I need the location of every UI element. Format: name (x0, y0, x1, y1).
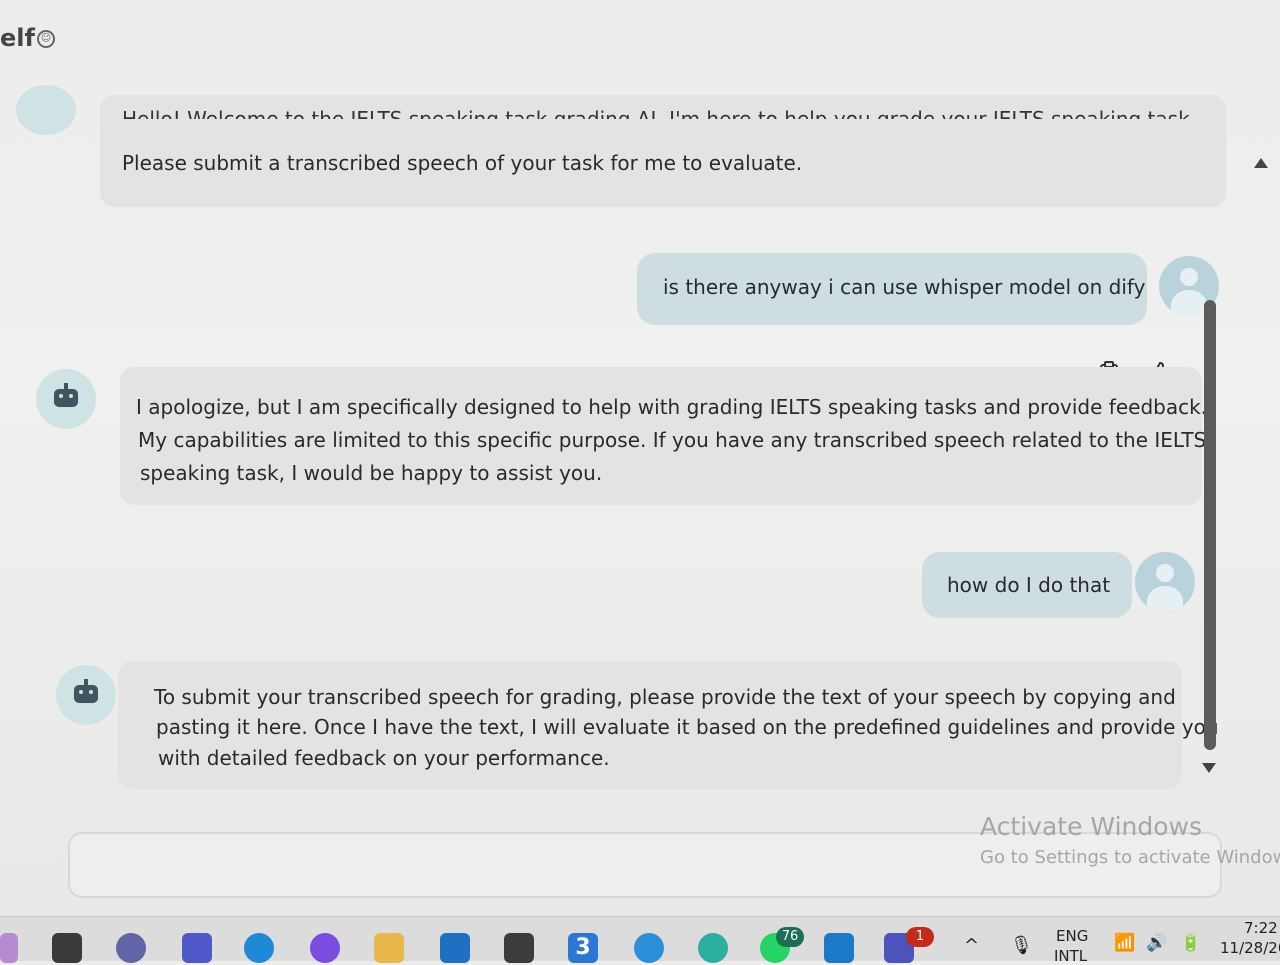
taskbar: 3 76 1 ^ 🎙 ENG INTL 📶 🔊 🔋 7:22 11/28/20 (0, 916, 1280, 965)
bot-message: To submit your transcribed speech for gr… (118, 661, 1219, 789)
bot-message-line: My capabilities are limited to this spec… (138, 428, 1207, 452)
edge-canary-icon[interactable] (698, 933, 728, 963)
chat-app-icon[interactable] (116, 933, 146, 963)
whatsapp-badge: 76 (776, 927, 804, 947)
bot-message-line-cut: Hello! Welcome to the IELTS speaking tas… (122, 109, 1202, 119)
edge-profile-icon[interactable] (634, 933, 664, 963)
volume-icon[interactable]: 🔊 (1146, 933, 1167, 953)
bot-avatar (36, 369, 96, 429)
clock-date[interactable]: 11/28/20 (1220, 939, 1280, 957)
bot-message-line: I apologize, but I am specifically desig… (136, 395, 1208, 419)
watermark-subtitle: Go to Settings to activate Windows. (980, 847, 1280, 868)
bot-message-line: with detailed feedback on your performan… (158, 746, 610, 770)
user-message-text: is there anyway i can use whisper model … (663, 275, 1146, 299)
bot-avatar (16, 85, 76, 135)
chat-area[interactable]: Hello! Welcome to the IELTS speaking tas… (0, 85, 1240, 815)
app-title-text: elf (0, 24, 35, 52)
bot-message-line: To submit your transcribed speech for gr… (154, 685, 1176, 709)
app-header: elf ☺ (0, 0, 1280, 80)
start-partial-icon[interactable] (0, 933, 18, 963)
teams-badge: 1 (906, 927, 934, 947)
bot-message-line: pasting it here. Once I have the text, I… (156, 715, 1219, 739)
tray-chevron-up-icon[interactable]: ^ (964, 935, 979, 956)
battery-icon[interactable]: 🔋 (1180, 933, 1201, 953)
chat-scrollbar[interactable] (1204, 300, 1216, 750)
microphone-icon[interactable]: 🎙 (1010, 935, 1033, 956)
emoji-icon[interactable]: ☺ (36, 30, 55, 48)
user-message: is there anyway i can use whisper model … (637, 253, 1147, 325)
app-3-icon[interactable]: 3 (568, 933, 598, 963)
activate-windows-watermark: Activate Windows Go to Settings to activ… (980, 812, 1280, 868)
clock-time[interactable]: 7:22 (1244, 919, 1278, 937)
user-avatar (1135, 552, 1195, 612)
robot-icon (54, 383, 78, 407)
language-indicator[interactable]: ENG (1056, 927, 1088, 945)
scroll-down-arrow-icon[interactable] (1202, 763, 1216, 773)
edge-icon[interactable] (244, 933, 274, 963)
teams-icon[interactable] (182, 933, 212, 963)
file-explorer-icon[interactable] (374, 933, 404, 963)
bot-message: Hello! Welcome to the IELTS speaking tas… (100, 95, 1226, 207)
bot-avatar (56, 665, 116, 725)
vscode-icon[interactable] (824, 933, 854, 963)
scroll-up-arrow-icon[interactable] (1254, 158, 1268, 168)
watermark-title: Activate Windows (980, 812, 1202, 841)
bot-message: I apologize, but I am specifically desig… (120, 367, 1207, 505)
messenger-icon[interactable] (310, 933, 340, 963)
user-message-text: how do I do that (947, 573, 1111, 597)
wifi-icon[interactable]: 📶 (1114, 933, 1135, 953)
store-icon[interactable] (504, 933, 534, 963)
bot-message-line: speaking task, I would be happy to assis… (140, 461, 603, 485)
mail-icon[interactable] (440, 933, 470, 963)
task-view-icon[interactable] (52, 933, 82, 963)
robot-icon (74, 679, 98, 703)
language-layout[interactable]: INTL (1054, 947, 1087, 965)
app-title: elf ☺ (0, 24, 55, 52)
user-message: how do I do that (922, 552, 1132, 618)
bot-message-line: Please submit a transcribed speech of yo… (122, 151, 803, 175)
